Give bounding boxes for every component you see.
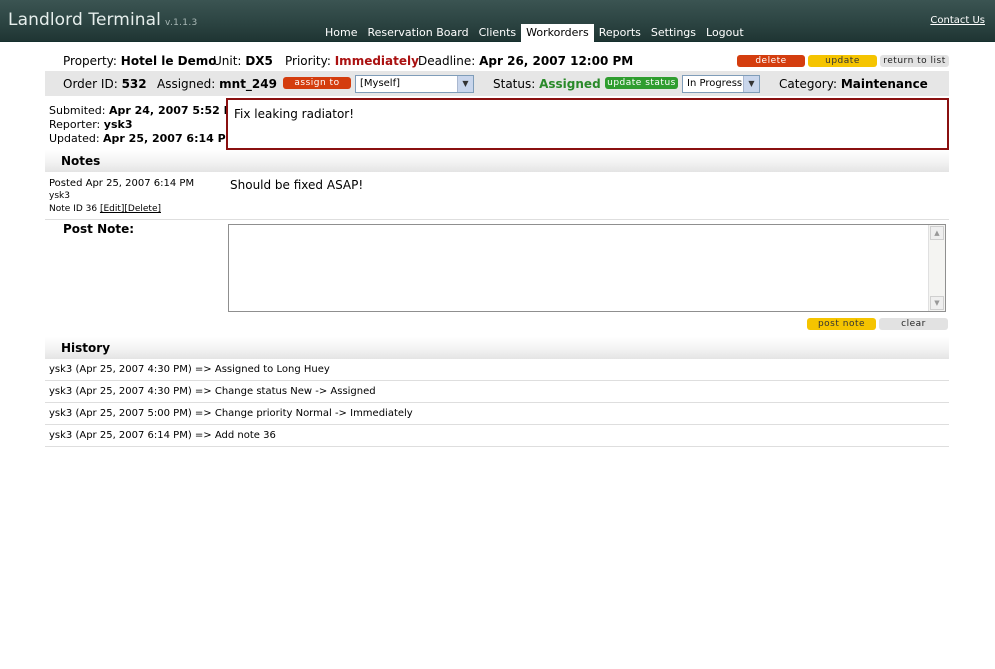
priority-value: Immediately (334, 54, 419, 68)
property-field: Property: Hotel le Demo (63, 54, 217, 68)
deadline-field: Deadline: Apr 26, 2007 12:00 PM (418, 54, 633, 68)
deadline-value: Apr 26, 2007 12:00 PM (479, 54, 634, 68)
note-author: ysk3 (49, 191, 70, 201)
status-select[interactable]: In Progress ▼ (682, 75, 760, 93)
history-row: ysk3 (Apr 25, 2007 6:14 PM) => Add note … (45, 425, 949, 447)
reporter-field: Reporter: ysk3 (49, 118, 132, 131)
history-row: ysk3 (Apr 25, 2007 4:30 PM) => Change st… (45, 381, 949, 403)
order-id-label: Order ID: (63, 77, 118, 91)
nav-reports[interactable]: Reports (594, 24, 646, 42)
status-select-value: In Progress (687, 78, 743, 89)
assigned-value: mnt_249 (219, 77, 277, 91)
history-row: ysk3 (Apr 25, 2007 4:30 PM) => Assigned … (45, 359, 949, 381)
status-field: Status: Assigned (493, 77, 601, 91)
note-meta: Note ID 36 [Edit][Delete] (49, 204, 161, 214)
chevron-down-icon[interactable]: ▼ (743, 76, 759, 92)
update-status-button[interactable]: update status (605, 77, 678, 89)
unit-value: DX5 (245, 54, 273, 68)
history-header: History (45, 337, 949, 359)
nav-logout[interactable]: Logout (701, 24, 749, 42)
assign-select[interactable]: [Myself] ▼ (355, 75, 474, 93)
order-id-value: 532 (121, 77, 147, 91)
return-to-list-button[interactable]: return to list (880, 55, 949, 67)
description-box[interactable]: Fix leaking radiator! (226, 98, 949, 150)
submitted-label: Submited: (49, 104, 106, 117)
note-divider (45, 219, 949, 220)
post-note-button[interactable]: post note (807, 318, 876, 330)
property-label: Property: (63, 54, 117, 68)
deadline-label: Deadline: (418, 54, 476, 68)
status-label: Status: (493, 77, 536, 91)
status-value: Assigned (539, 77, 601, 91)
priority-label: Priority: (285, 54, 331, 68)
nav-settings[interactable]: Settings (646, 24, 701, 42)
assigned-field: Assigned: mnt_249 (157, 77, 277, 91)
note-id: Note ID 36 (49, 204, 98, 214)
category-label: Category: (779, 77, 837, 91)
property-value: Hotel le Demo (120, 54, 217, 68)
note-text: Should be fixed ASAP! (230, 178, 364, 192)
submitted-value: Apr 24, 2007 5:52 PM (108, 104, 243, 117)
post-note-label: Post Note: (63, 222, 135, 236)
category-value: Maintenance (840, 77, 928, 91)
updated-field: Updated: Apr 25, 2007 6:14 PM (49, 132, 237, 145)
description-text: Fix leaking radiator! (234, 107, 355, 121)
assigned-label: Assigned: (157, 77, 216, 91)
post-note-textarea[interactable]: ▲ ▼ (228, 224, 946, 312)
notes-header: Notes (45, 150, 949, 172)
assign-to-button[interactable]: assign to (283, 77, 351, 89)
delete-button[interactable]: delete (737, 55, 805, 67)
updated-label: Updated: (49, 132, 100, 145)
note-edit-link[interactable]: [Edit] (100, 204, 124, 214)
version-label: v.1.1.3 (165, 18, 198, 28)
priority-field: Priority: Immediately (285, 54, 419, 68)
note-posted: Posted Apr 25, 2007 6:14 PM (49, 178, 195, 189)
reporter-label: Reporter: (49, 118, 101, 131)
history-title: History (61, 341, 111, 355)
assign-select-value: [Myself] (360, 78, 401, 89)
logo-text: Landlord Terminal (8, 10, 162, 30)
textarea-scrollbar[interactable]: ▲ ▼ (928, 225, 945, 311)
reporter-value: ysk3 (103, 118, 133, 131)
contact-us-link[interactable]: Contact Us (930, 15, 985, 26)
nav-home[interactable]: Home (320, 24, 362, 42)
scroll-down-icon[interactable]: ▼ (930, 296, 944, 310)
main-nav: Home Reservation Board Clients Workorder… (320, 24, 749, 42)
clear-button[interactable]: clear (879, 318, 948, 330)
notes-title: Notes (61, 154, 101, 168)
note-delete-link[interactable]: [Delete] (124, 204, 161, 214)
unit-field: Unit: DX5 (213, 54, 273, 68)
nav-clients[interactable]: Clients (474, 24, 522, 42)
nav-workorders[interactable]: Workorders (521, 24, 594, 42)
chevron-down-icon[interactable]: ▼ (457, 76, 473, 92)
submitted-field: Submited: Apr 24, 2007 5:52 PM (49, 104, 243, 117)
history-row: ysk3 (Apr 25, 2007 5:00 PM) => Change pr… (45, 403, 949, 425)
scroll-up-icon[interactable]: ▲ (930, 226, 944, 240)
app-header: Landlord Terminal v.1.1.3 Home Reservatio… (0, 0, 995, 42)
app-logo: Landlord Terminal v.1.1.3 (8, 10, 198, 30)
category-field: Category: Maintenance (779, 77, 928, 91)
nav-reservation-board[interactable]: Reservation Board (362, 24, 473, 42)
update-button[interactable]: update (808, 55, 877, 67)
updated-value: Apr 25, 2007 6:14 PM (103, 132, 237, 145)
unit-label: Unit: (213, 54, 242, 68)
order-id-field: Order ID: 532 (63, 77, 147, 91)
